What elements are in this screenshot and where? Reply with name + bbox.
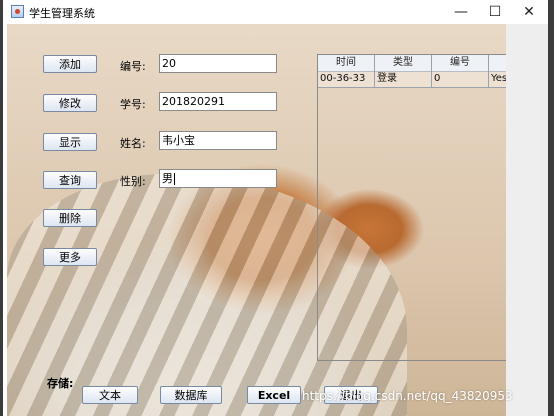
table-cell: 登录 [375,71,432,87]
minimize-button[interactable]: — [444,0,478,24]
close-button[interactable]: ✕ [512,0,546,24]
student-id-label: 学号: [120,98,146,111]
java-app-icon [11,5,24,18]
storage-label: 存储: [47,377,74,390]
table-cell: 00-36-33 [318,71,375,87]
column-header-id[interactable]: 编号 [432,55,489,71]
add-button[interactable]: 添加 [43,55,97,73]
name-label: 姓名: [120,137,146,150]
delete-button[interactable]: 删除 [43,209,97,227]
name-field[interactable]: 韦小宝 [159,131,277,150]
id-label: 编号: [120,60,146,73]
text-caret [174,173,175,185]
query-button[interactable]: 查询 [43,171,97,189]
table-row[interactable]: 00-36-33 登录 0 Yes [318,71,510,88]
save-excel-button[interactable]: Excel [247,386,301,404]
student-id-field[interactable]: 201820291 [159,92,277,111]
more-button[interactable]: 更多 [43,248,97,266]
gender-label: 性别: [120,175,146,188]
app-window: 学生管理系统 — ☐ ✕ 添加 修改 显示 查询 删除 更多 编号: 20 学号… [3,0,548,416]
modify-button[interactable]: 修改 [43,94,97,112]
window-title: 学生管理系统 [29,7,95,20]
background-photo: 添加 修改 显示 查询 删除 更多 编号: 20 学号: 201820291 姓… [7,24,510,416]
column-header-type[interactable]: 类型 [375,55,432,71]
save-text-button[interactable]: 文本 [82,386,138,404]
gender-value: 男 [162,172,173,185]
window-right-margin [506,24,548,416]
save-database-button[interactable]: 数据库 [160,386,222,404]
maximize-button[interactable]: ☐ [478,0,512,24]
gender-field[interactable]: 男 [159,169,277,188]
table-header: 时间 类型 编号 Y/N [318,55,510,72]
table-cell: 0 [432,71,489,87]
id-field[interactable]: 20 [159,54,277,73]
log-table[interactable]: 时间 类型 编号 Y/N 00-36-33 登录 0 Yes [317,54,510,361]
column-header-time[interactable]: 时间 [318,55,375,71]
show-button[interactable]: 显示 [43,133,97,151]
title-bar: 学生管理系统 — ☐ ✕ [3,0,548,24]
watermark-text: https://blog.csdn.net/qq_43820953 [302,389,513,403]
